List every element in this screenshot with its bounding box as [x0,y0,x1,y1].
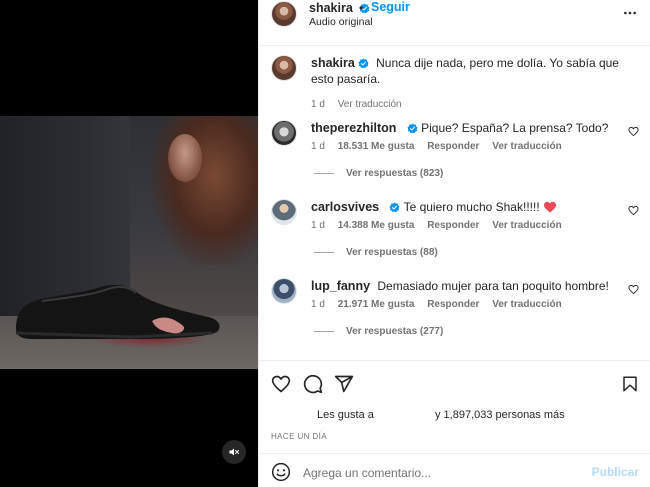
caption-time: 1 d [311,99,325,110]
caption-username[interactable]: shakira [311,56,369,70]
replies-divider [314,172,334,174]
likes-count[interactable]: 18.531 Me gusta [338,141,415,152]
likes-total[interactable]: y 1,897,033 personas más [435,409,565,421]
comment-time: 1 d [311,141,325,152]
comment-text: carlosvives Te quiero mucho Shak!!!!! [311,199,623,215]
follow-button[interactable]: Seguir [371,0,410,14]
mute-button[interactable] [222,440,246,464]
comment-username[interactable]: carlosvives [311,200,379,214]
likes-count[interactable]: 21.971 Me gusta [338,299,415,310]
reply-button[interactable]: Responder [427,220,479,231]
replies-label: Ver respuestas (823) [346,168,444,179]
heart-icon[interactable] [628,205,639,216]
comment-username[interactable]: lup_fanny [311,279,370,293]
comment-time: 1 d [311,299,325,310]
post-details-panel: shakira • Seguir Audio original shakira … [258,0,650,487]
likes-count[interactable]: 14.388 Me gusta [338,220,415,231]
emoji-icon[interactable] [271,462,291,482]
caption-text: shakira Nunca dije nada, pero me dolía. … [311,55,623,87]
translate-button[interactable]: Ver traducción [492,220,561,231]
verified-badge-icon [407,123,418,134]
verified-badge-icon [389,202,400,213]
translate-button[interactable]: Ver traducción [492,299,561,310]
heart-icon[interactable] [628,284,639,295]
heart-icon[interactable] [271,374,291,394]
replies-divider [314,330,334,332]
replies-label: Ver respuestas (88) [346,247,438,258]
post-media[interactable] [0,0,258,487]
verified-badge-icon [358,58,369,69]
post-header: shakira • Seguir Audio original [259,0,650,46]
caption-meta: 1 d Ver traducción [311,99,412,110]
comment-input[interactable] [303,462,583,484]
speaker-muted-icon [229,448,239,456]
shoe-image [15,285,220,339]
avatar[interactable] [271,199,297,225]
avatar[interactable] [271,1,297,27]
video-frame[interactable] [0,116,258,369]
separator-dot: • [359,1,364,15]
hair-image [150,116,258,266]
comment-meta: 1 d 21.971 Me gusta Responder Ver traduc… [311,299,572,310]
comment-time: 1 d [311,220,325,231]
comment-text: lup_fanny Demasiado mujer para tan poqui… [311,278,623,294]
audio-label[interactable]: Audio original [309,16,373,28]
avatar[interactable] [271,55,297,81]
post-actions: Les gusta a y 1,897,033 personas más HAC… [259,360,650,487]
post-comment-button[interactable]: Publicar [592,465,639,479]
replies-divider [314,251,334,253]
comment-icon[interactable] [303,374,323,394]
comments-list[interactable]: shakira Nunca dije nada, pero me dolía. … [259,46,650,360]
reply-button[interactable]: Responder [427,141,479,152]
reply-button[interactable]: Responder [427,299,479,310]
view-replies-button[interactable]: Ver respuestas (88) [314,247,438,258]
view-replies-button[interactable]: Ver respuestas (823) [314,168,443,179]
heart-icon[interactable] [628,126,639,137]
bookmark-icon[interactable] [621,374,639,394]
hand-image [168,134,202,182]
post-time[interactable]: HACE UN DÍA [271,432,327,441]
replies-label: Ver respuestas (277) [346,326,444,337]
likes-prefix: Les gusta a [317,409,374,421]
avatar[interactable] [271,120,297,146]
translate-button[interactable]: Ver traducción [338,99,402,110]
share-icon[interactable] [334,374,354,394]
translate-button[interactable]: Ver traducción [492,141,561,152]
more-horizontal-icon[interactable] [623,6,637,20]
comment-meta: 1 d 14.388 Me gusta Responder Ver traduc… [311,220,572,231]
comment-meta: 1 d 18.531 Me gusta Responder Ver traduc… [311,141,572,152]
comment-body: Pique? España? La prensa? Todo? [421,121,609,135]
comment-body: Te quiero mucho Shak!!!!! [403,200,540,214]
avatar[interactable] [271,278,297,304]
comment-body: Demasiado mujer para tan poquito hombre! [377,279,609,293]
view-replies-button[interactable]: Ver respuestas (277) [314,326,443,337]
comment-text: theperezhilton Pique? España? La prensa?… [311,120,623,136]
comment-username[interactable]: theperezhilton [311,121,396,135]
red-heart-emoji-icon [544,201,556,213]
comment-composer: Publicar [259,453,650,487]
